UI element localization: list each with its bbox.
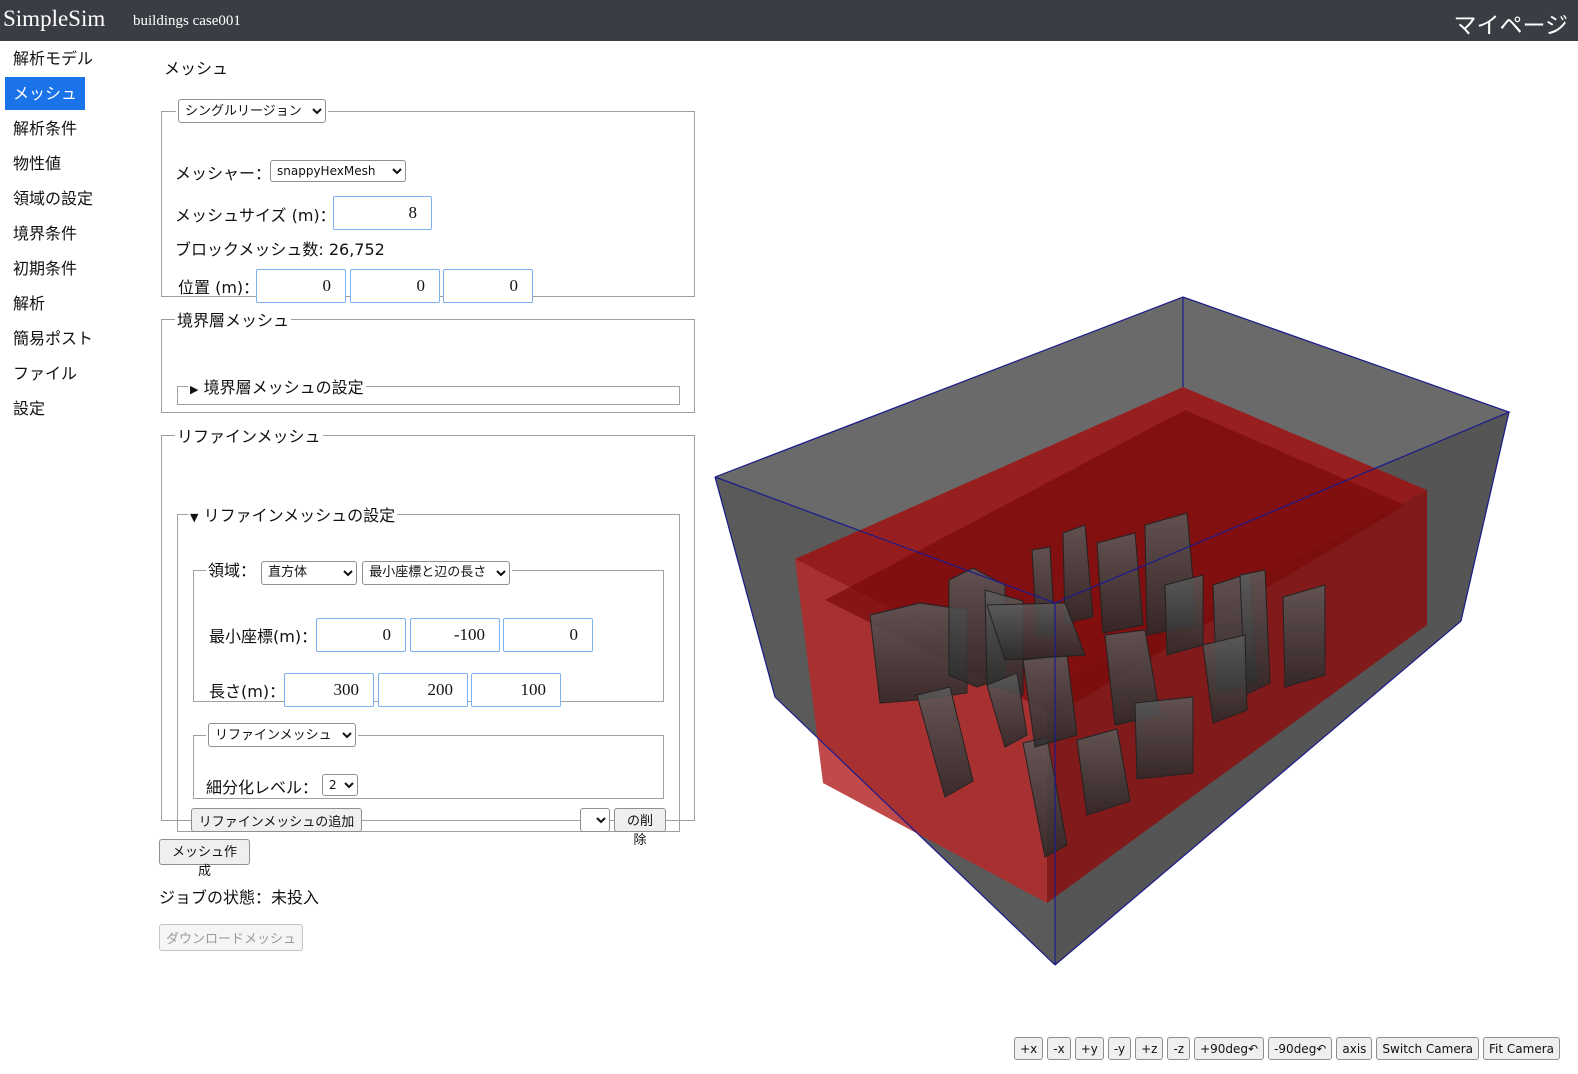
mesh-size-input[interactable]	[333, 196, 432, 230]
delete-refine-button[interactable]: の削除	[614, 808, 666, 848]
refine-summary-label: リファインメッシュの設定	[203, 506, 396, 525]
boundary-layer-summary[interactable]: ▶ 境界層メッシュの設定	[188, 374, 366, 398]
case-name: buildings case001	[133, 13, 241, 29]
triangle-down-icon: ▼	[190, 511, 199, 524]
refine-area-legend: 領域： 直方体 最小座標と辺の長さ	[206, 557, 512, 585]
refine-type-legend: リファインメッシュ	[206, 723, 358, 747]
app-brand[interactable]: SimpleSim	[3, 6, 105, 32]
fit-camera-button[interactable]: Fit Camera	[1483, 1037, 1560, 1060]
viewer-toolbar: +x -x +y -y +z -z +90deg↶ -90deg↶ axis S…	[1014, 1037, 1560, 1060]
length-label: 長さ(m)：	[209, 681, 286, 701]
block-mesh-count: ブロックメッシュ数: 26,752	[175, 240, 385, 259]
refine-panel: リファインメッシュ ▼ リファインメッシュの設定 領域： 直方体 最小座標と辺の…	[161, 423, 695, 848]
refine-level-label: 細分化レベル：	[206, 778, 319, 797]
refine-level-select[interactable]: 2	[322, 774, 358, 796]
sidebar-item-simple-post[interactable]: 簡易ポスト	[5, 322, 101, 355]
position-label: 位置 (m)：	[178, 278, 260, 297]
sidebar-item-boundary-conditions[interactable]: 境界条件	[5, 217, 85, 250]
mypage-link[interactable]: マイページ	[1453, 6, 1568, 40]
top-bar: SimpleSim buildings case001 マイページ	[0, 0, 1578, 41]
job-status: ジョブの状態：未投入	[159, 888, 320, 907]
view-plus-z-button[interactable]: +z	[1135, 1037, 1164, 1060]
position-y-input[interactable]	[350, 269, 440, 303]
switch-camera-button[interactable]: Switch Camera	[1376, 1037, 1480, 1060]
building-8	[1164, 574, 1204, 656]
sidebar-item-solve[interactable]: 解析	[5, 287, 53, 320]
region-type-select[interactable]: シングルリージョン	[178, 99, 326, 123]
area-shape-select[interactable]: 直方体	[261, 560, 358, 585]
min-x-input[interactable]	[316, 617, 406, 652]
min-y-input[interactable]	[410, 617, 500, 652]
min-coord-label: 最小座標(m)：	[209, 626, 318, 646]
add-refine-button[interactable]: リファインメッシュの追加	[191, 808, 362, 832]
building-13	[1134, 696, 1194, 780]
position-z-input[interactable]	[443, 269, 533, 303]
axis-toggle-button[interactable]: axis	[1336, 1037, 1373, 1060]
mesh-3d-viewer[interactable]	[705, 285, 1575, 989]
triangle-right-icon: ▶	[190, 383, 199, 396]
mesh-size-label: メッシュサイズ (m)：	[175, 206, 336, 225]
refine-details: ▼ リファインメッシュの設定 領域： 直方体 最小座標と辺の長さ 最小座標(m)…	[177, 502, 680, 848]
length-z-input[interactable]	[471, 672, 561, 707]
refine-legend: リファインメッシュ	[177, 427, 321, 446]
length-y-input[interactable]	[378, 672, 468, 707]
refine-item-select[interactable]	[580, 808, 610, 832]
area-spec-select[interactable]: 最小座標と辺の長さ	[362, 560, 511, 585]
refine-area-panel: 領域： 直方体 最小座標と辺の長さ 最小座標(m)： 長さ(m)：	[193, 557, 664, 707]
boundary-layer-details: ▶ 境界層メッシュの設定	[177, 374, 680, 405]
download-mesh-button[interactable]: ダウンロードメッシュ	[159, 924, 303, 951]
view-plus-x-button[interactable]: +x	[1014, 1037, 1044, 1060]
area-label: 領域：	[208, 561, 257, 580]
min-z-input[interactable]	[503, 617, 593, 652]
mesh-3d-canvas[interactable]	[705, 285, 1575, 985]
view-minus-z-button[interactable]: -z	[1167, 1037, 1191, 1060]
view-minus-y-button[interactable]: -y	[1107, 1037, 1132, 1060]
boundary-layer-panel: 境界層メッシュ ▶ 境界層メッシュの設定	[161, 307, 695, 413]
refine-type-panel: リファインメッシュ 細分化レベル： 2	[193, 723, 664, 799]
mesher-select[interactable]: snappyHexMesh	[270, 160, 406, 182]
boundary-layer-summary-label: 境界層メッシュの設定	[203, 378, 364, 397]
region-panel: シングルリージョン メッシャー： snappyHexMesh メッシュサイズ (…	[161, 99, 695, 303]
sidebar-item-settings[interactable]: 設定	[5, 392, 53, 425]
position-x-input[interactable]	[256, 269, 346, 303]
view-plus-y-button[interactable]: +y	[1074, 1037, 1104, 1060]
rotate-plus-90-button[interactable]: +90deg↶	[1194, 1037, 1265, 1060]
sidebar-item-mesh[interactable]: メッシュ	[5, 77, 86, 110]
length-x-input[interactable]	[284, 672, 374, 707]
sidebar-item-initial-conditions[interactable]: 初期条件	[5, 252, 85, 285]
building-11	[1282, 584, 1326, 688]
refine-summary[interactable]: ▼ リファインメッシュの設定	[188, 502, 397, 526]
sidebar: 解析モデル メッシュ 解析条件 物性値 領域の設定 境界条件 初期条件 解析 簡…	[5, 42, 135, 427]
sidebar-item-properties[interactable]: 物性値	[5, 147, 69, 180]
boundary-layer-legend: 境界層メッシュ	[177, 311, 290, 330]
refine-type-select[interactable]: リファインメッシュ	[208, 723, 356, 747]
create-mesh-button[interactable]: メッシュ作成	[159, 839, 250, 879]
rotate-minus-90-button[interactable]: -90deg↶	[1268, 1037, 1333, 1060]
page-title: メッシュ	[164, 59, 229, 78]
sidebar-item-files[interactable]: ファイル	[5, 357, 85, 390]
sidebar-item-analysis-conditions[interactable]: 解析条件	[5, 112, 85, 145]
region-legend: シングルリージョン	[176, 99, 328, 123]
mesher-label: メッシャー：	[175, 164, 272, 183]
sidebar-item-region-settings[interactable]: 領域の設定	[5, 182, 101, 215]
view-minus-x-button[interactable]: -x	[1047, 1037, 1071, 1060]
sidebar-item-model[interactable]: 解析モデル	[5, 42, 101, 75]
